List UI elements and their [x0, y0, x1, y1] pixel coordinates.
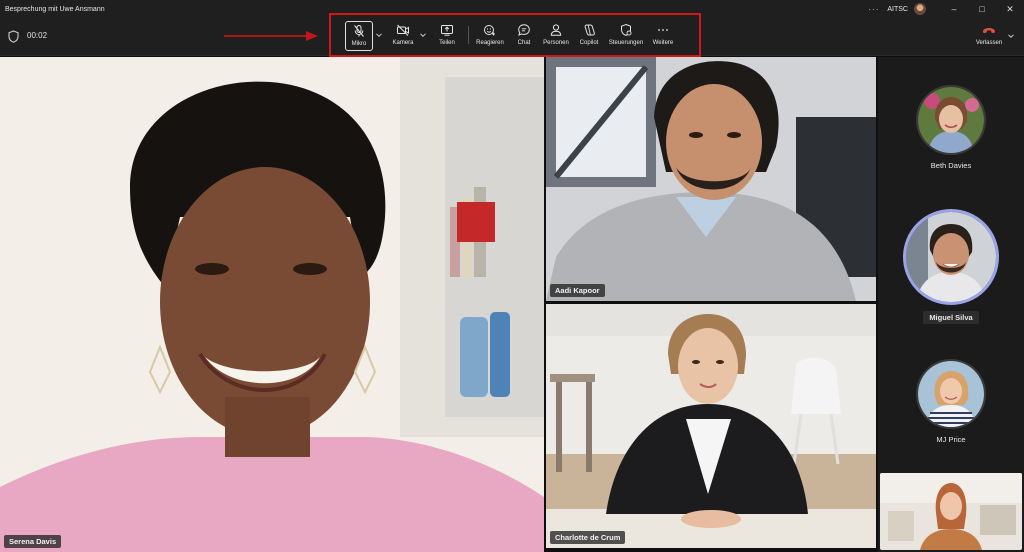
camera-label: Kamera	[392, 40, 414, 46]
meeting-toolbar: 00:02 Mikro Kamera Teilen Reagieren Chat…	[0, 13, 1024, 57]
participant-photo-mj	[918, 361, 984, 427]
close-icon[interactable]: ✕	[996, 4, 1024, 15]
participant-name-label: Charlotte de Crum	[550, 531, 626, 544]
react-label: Reagieren	[476, 40, 504, 46]
share-button[interactable]: Teilen	[433, 21, 461, 51]
sidebar-participant-miguel[interactable]: Miguel Silva	[878, 209, 1024, 324]
react-button[interactable]: Reagieren	[474, 21, 506, 51]
participant-name-label: Serena Davis	[4, 535, 62, 548]
chat-button[interactable]: Chat	[512, 21, 536, 51]
people-label: Personen	[543, 40, 569, 46]
participant-name-label: Beth Davies	[930, 161, 972, 170]
camera-button[interactable]: Kamera	[389, 21, 417, 51]
video-tile-bottom-right[interactable]: Charlotte de Crum	[546, 304, 876, 548]
toolbar-divider	[468, 26, 469, 44]
sidebar-participant-mj[interactable]: MJ Price	[878, 359, 1024, 444]
more-button[interactable]: Weitere	[649, 21, 677, 51]
participant-video-aadi	[546, 57, 876, 301]
copilot-label: Copilot	[579, 40, 599, 46]
org-label[interactable]: AITSC	[887, 6, 908, 13]
annotation-arrow	[224, 31, 318, 41]
people-icon	[550, 24, 562, 36]
user-avatar[interactable]	[914, 3, 926, 15]
react-emoji-icon	[484, 25, 495, 36]
participant-photo-beth	[918, 87, 984, 153]
participant-name-label: Miguel Silva	[923, 311, 979, 324]
call-timer: 00:02	[27, 31, 48, 40]
minimize-icon[interactable]: –	[940, 4, 968, 14]
participant-video-charlotte	[546, 304, 876, 548]
camera-off-icon	[397, 24, 409, 36]
leave-button[interactable]: Verlassen	[972, 21, 1006, 46]
hang-up-icon	[983, 28, 995, 34]
avatar-speaking	[903, 209, 999, 305]
window-title: Besprechung mit Uwe Ansmann	[5, 5, 105, 13]
self-view-video	[880, 473, 1022, 550]
sidebar-participant-beth[interactable]: Beth Davies	[878, 85, 1024, 170]
video-tile-top-right[interactable]: Aadi Kapoor	[546, 57, 876, 301]
leave-label: Verlassen	[975, 40, 1003, 46]
avatar	[916, 359, 986, 429]
copilot-button[interactable]: Copilot	[575, 21, 603, 51]
video-tile-main[interactable]: Serena Davis	[0, 57, 544, 552]
leave-options-chevron-icon[interactable]	[1007, 32, 1015, 40]
more-dots-icon	[658, 29, 668, 31]
chat-label: Chat	[517, 40, 531, 46]
mic-options-chevron-icon[interactable]	[375, 31, 383, 39]
more-options-icon[interactable]: ···	[868, 5, 879, 14]
shield-icon	[8, 30, 19, 43]
camera-options-chevron-icon[interactable]	[419, 31, 427, 39]
avatar	[916, 85, 986, 155]
participant-photo-miguel	[906, 212, 996, 302]
mic-button[interactable]: Mikro	[345, 21, 373, 51]
mic-label: Mikro	[351, 41, 367, 47]
participant-video-serena	[0, 57, 544, 552]
more-label: Weitere	[652, 40, 674, 46]
copilot-icon	[584, 24, 595, 36]
share-label: Teilen	[439, 40, 455, 46]
share-screen-icon	[441, 25, 453, 36]
mic-off-icon	[354, 25, 364, 37]
participant-name-label: Aadi Kapoor	[550, 284, 605, 297]
people-button[interactable]: Personen	[541, 21, 571, 51]
controls-button[interactable]: Steuerungen	[605, 21, 647, 51]
participant-name-label: MJ Price	[936, 435, 966, 444]
self-view-tile[interactable]	[880, 473, 1022, 550]
controls-label: Steuerungen	[608, 40, 644, 46]
chat-icon	[518, 24, 530, 36]
maximize-icon[interactable]: □	[968, 4, 996, 14]
shield-settings-icon	[621, 23, 632, 36]
participant-sidebar: Beth Davies Miguel Silva MJ Price	[878, 57, 1024, 552]
